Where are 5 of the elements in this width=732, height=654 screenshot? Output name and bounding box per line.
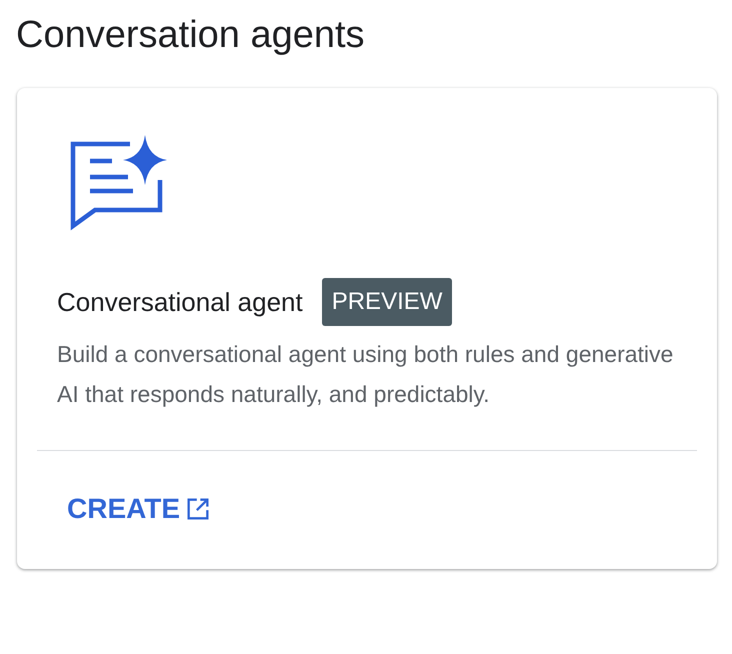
preview-badge: PREVIEW [322,278,452,326]
card-description: Build a conversational agent using both rules and generative AI that responds naturally, and predictably. [57,340,674,409]
create-link[interactable]: CREATE [67,493,212,525]
page-heading: Conversation agents [15,13,366,58]
card-title: Conversational agent [57,286,303,318]
